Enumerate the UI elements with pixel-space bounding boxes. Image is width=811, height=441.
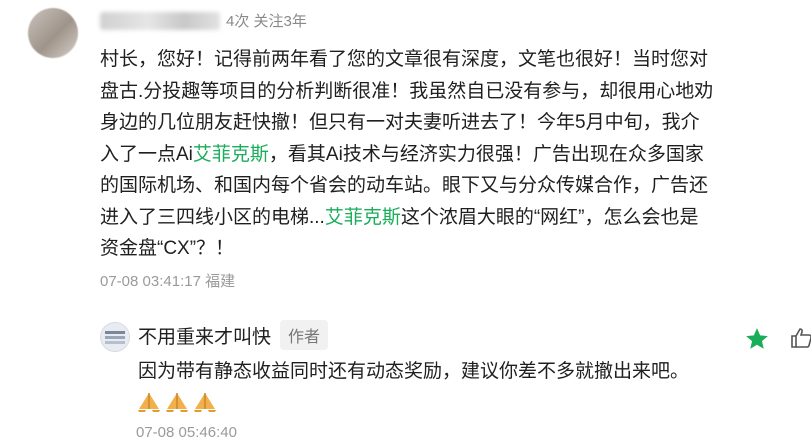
keyword-link[interactable]: 艾菲克斯 [325,207,401,228]
thumbs-up-icon[interactable] [790,326,811,350]
commenter-avatar[interactable] [28,8,78,58]
comment-meta: 4次 关注3年 [100,10,307,31]
folded-hands-icon [166,393,188,412]
star-icon[interactable] [744,326,770,352]
reply-author-name[interactable]: 不用重来才叫快 [138,322,271,349]
reply-text: 因为带有静态收益同时还有动态奖励，建议你差不多就撤出来吧。 [138,361,690,382]
keyword-link[interactable]: 艾菲克斯 [193,144,269,165]
author-avatar[interactable] [100,322,130,352]
author-badge: 作者 [280,320,329,350]
reply-timestamp: 07-08 05:46:40 [136,424,237,441]
comment-meta-text: 4次 关注3年 [226,13,307,30]
comment-body: 村长，您好！记得前两年看了您的文章很有深度，文笔也很好！当时您对盘古.分投趣等项… [100,44,715,265]
comment-timestamp: 07-08 03:41:17 福建 [100,273,236,290]
blurred-username [100,11,220,30]
folded-hands-icon [194,393,216,412]
reply-emojis [136,388,218,414]
folded-hands-icon [138,393,160,412]
